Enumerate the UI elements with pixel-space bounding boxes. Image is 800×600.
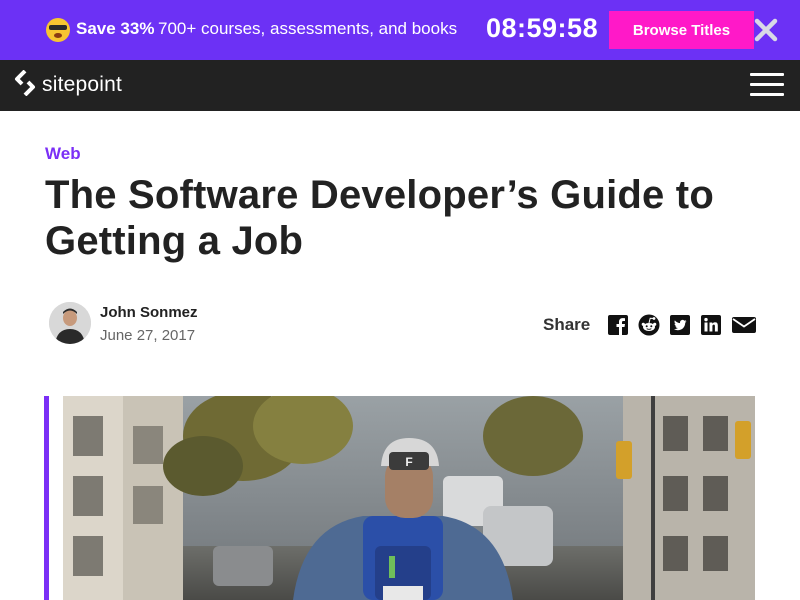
promo-countdown-timer: 08:59:58: [486, 13, 599, 43]
publish-date: June 27, 2017: [100, 327, 196, 344]
hero-image: F: [63, 396, 755, 600]
logo-mark-icon: [14, 69, 36, 101]
sitepoint-logo[interactable]: sitepoint: [14, 69, 134, 101]
share-bar: Share: [543, 313, 757, 337]
avatar[interactable]: [49, 302, 91, 344]
email-icon[interactable]: [731, 314, 757, 336]
hero-accent-bar: [44, 396, 49, 600]
site-header: sitepoint: [0, 60, 800, 111]
twitter-icon[interactable]: [669, 314, 691, 336]
svg-text:F: F: [405, 455, 412, 469]
close-icon[interactable]: [752, 16, 780, 44]
share-label: Share: [543, 315, 591, 334]
author-name[interactable]: John Sonmez: [100, 304, 198, 321]
shocked-face-emoji-icon: [46, 18, 70, 42]
promo-banner: Save 33% 700+ courses, assessments, and …: [0, 0, 800, 60]
browse-titles-button[interactable]: Browse Titles: [609, 11, 754, 49]
category-link[interactable]: Web: [45, 144, 81, 164]
article-title: The Software Developer’s Guide to Gettin…: [45, 173, 714, 263]
reddit-icon[interactable]: [638, 314, 660, 336]
hamburger-menu-icon[interactable]: [750, 73, 784, 97]
logo-text: sitepoint: [42, 73, 123, 96]
promo-text: 700+ courses, assessments, and books: [158, 19, 458, 38]
facebook-icon[interactable]: [607, 314, 629, 336]
linkedin-icon[interactable]: [700, 314, 722, 336]
promo-discount: Save 33%: [76, 19, 155, 38]
